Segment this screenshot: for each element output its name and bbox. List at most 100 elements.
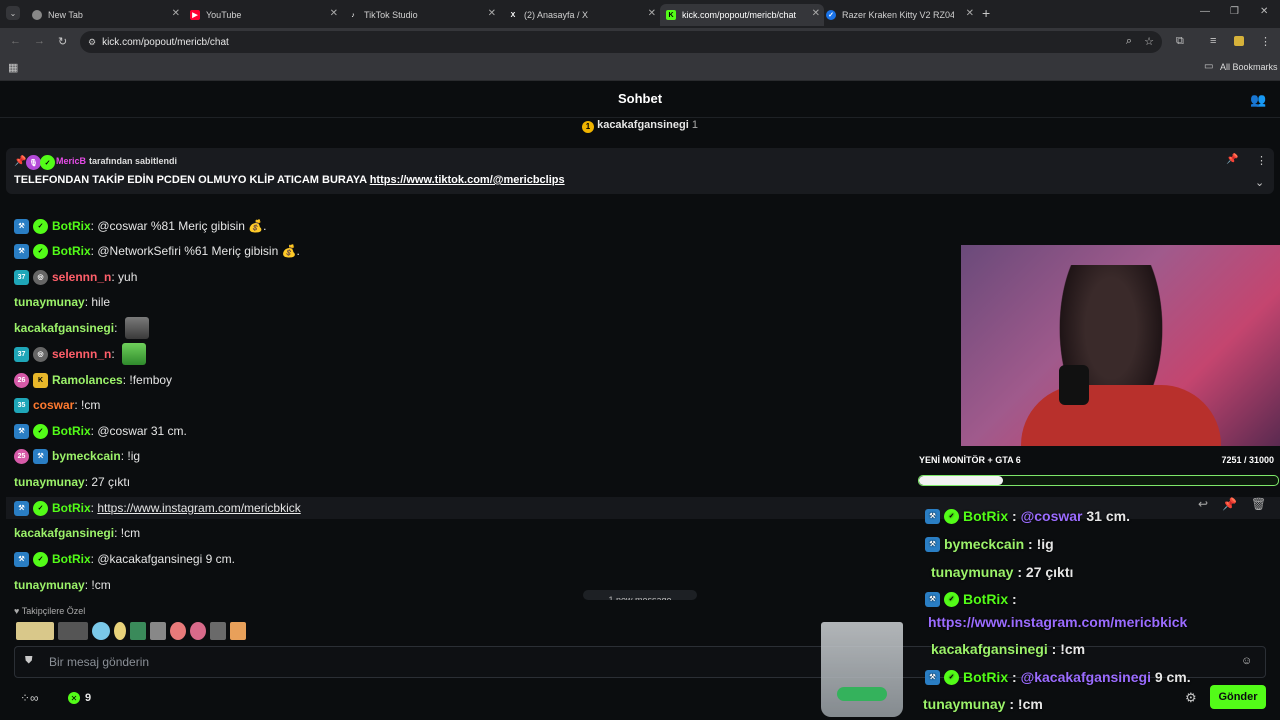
overlay-user: BotRix (963, 669, 1009, 685)
tab-new-tab[interactable]: New Tab ✕ (26, 4, 184, 26)
followers-only-label: ♥ Takipçilere Özel (14, 606, 85, 616)
verified-badge-icon: ✓ (40, 155, 55, 170)
gifter-badge-icon: ◎ (33, 346, 48, 362)
reply-icon[interactable]: ↩ (1198, 497, 1208, 517)
tab-x[interactable]: X (2) Anasayfa / X ✕ (502, 4, 660, 26)
settings-gear-icon[interactable]: ⚙ (1185, 690, 1197, 706)
close-tab-icon[interactable]: ✕ (330, 8, 338, 19)
users-icon[interactable]: 👥 (1250, 92, 1266, 108)
menu-icon[interactable]: ⋮ (1260, 35, 1271, 48)
chat-link[interactable]: https://www.instagram.com/mericbkick (97, 501, 300, 515)
emote-10[interactable] (230, 622, 246, 640)
minimize-icon[interactable]: — (1200, 6, 1210, 17)
gifter-badge-icon: ◎ (33, 269, 48, 285)
delete-icon[interactable]: 🗑 (1251, 497, 1266, 517)
emote-8[interactable] (190, 622, 206, 640)
verified-badge-icon: ✓ (944, 669, 959, 685)
chat-bottom-bar: ⁘∞ ✕ 9 ⚙ (0, 686, 1280, 716)
top-gifter[interactable]: 1 kacakafgansinegi 1 (0, 119, 1280, 133)
tip-jar-coins (837, 687, 887, 701)
chat-message: 37 ◎ selennn_n: yuh (14, 266, 137, 288)
emote-3[interactable] (92, 622, 110, 640)
tab-kick-chat[interactable]: K kick.com/popout/mericb/chat ✕ (660, 4, 824, 26)
chat-username[interactable]: BotRix (52, 244, 91, 258)
microphone (1059, 365, 1089, 405)
emote-2[interactable] (58, 622, 88, 640)
chat-username[interactable]: BotRix (52, 219, 91, 233)
webcam-overlay (961, 245, 1280, 446)
verified-badge-icon: ✓ (33, 423, 48, 439)
streamer-shirt (1021, 385, 1221, 446)
emote-4[interactable] (114, 622, 126, 640)
expand-chevron-icon[interactable]: ⌄ (1255, 176, 1264, 189)
chat-message: 25 ⚒ bymeckcain: !ig (14, 445, 140, 467)
send-button[interactable]: Gönder (1210, 685, 1266, 709)
new-tab-icon[interactable]: + (982, 5, 990, 21)
x-logo-icon: X (510, 11, 516, 19)
chat-username[interactable]: kacakafgansinegi (14, 321, 114, 335)
bookmark-star-icon[interactable]: ☆ (1144, 35, 1154, 48)
apps-grid-icon[interactable]: ▦ (8, 61, 18, 74)
close-tab-icon[interactable]: ✕ (812, 8, 820, 19)
close-tab-icon[interactable]: ✕ (966, 8, 974, 19)
pin-icon: 📌 (14, 156, 27, 167)
restore-icon[interactable]: ❐ (1230, 6, 1239, 17)
overlay-message: ⚒ ✓ BotRix : @kacakafgansinegi 9 cm. (925, 669, 1191, 685)
chat-username[interactable]: selennn_n (52, 270, 111, 284)
omnibox[interactable]: ⚙ kick.com/popout/mericb/chat ⌕ ☆ (80, 31, 1162, 53)
all-bookmarks-label[interactable]: All Bookmarks (1220, 62, 1278, 72)
extensions-icon[interactable]: ⧉ (1176, 35, 1184, 48)
media-icon[interactable]: ≡ (1210, 35, 1216, 47)
chat-username[interactable]: tunaymunay (14, 475, 85, 489)
emote-5[interactable] (130, 622, 146, 640)
forward-icon[interactable]: → (34, 35, 45, 47)
close-tab-icon[interactable]: ✕ (488, 8, 496, 19)
chat-username[interactable]: tunaymunay (14, 295, 85, 309)
chat-username[interactable]: Ramolances (52, 373, 123, 387)
site-info-icon[interactable]: ⚙ (88, 37, 96, 48)
emote-1[interactable] (16, 622, 54, 640)
chat-username[interactable]: BotRix (52, 501, 91, 515)
overlay-mention: @kacakafgansinegi (1020, 669, 1151, 685)
overlay-text: !ig (1036, 536, 1054, 552)
zoom-icon[interactable]: ⌕ (1126, 35, 1132, 48)
pinned-link[interactable]: https://www.tiktok.com/@mericbclips (370, 174, 565, 186)
emote-9[interactable] (210, 622, 226, 640)
tab-youtube[interactable]: ▶ YouTube ✕ (184, 4, 342, 26)
donation-goal: YENİ MONİTÖR + GTA 6 7251 / 31000 (919, 455, 1280, 465)
moderator-badge-icon: ⚒ (33, 448, 48, 464)
close-tab-icon[interactable]: ✕ (172, 8, 180, 19)
emoji-icon[interactable]: ☺ (1241, 655, 1252, 667)
chat-username[interactable]: bymeckcain (52, 449, 121, 463)
close-window-icon[interactable]: ✕ (1260, 6, 1268, 17)
new-message-indicator[interactable]: 1 new message (583, 590, 697, 600)
tab-label: TikTok Studio (364, 10, 418, 20)
reload-icon[interactable]: ↻ (58, 35, 67, 48)
tab-search-icon[interactable]: ⌄ (6, 6, 20, 20)
emote-6[interactable] (150, 622, 166, 640)
unpin-icon[interactable]: 📌 (1226, 154, 1238, 165)
chat-text: hile (91, 295, 111, 309)
back-icon[interactable]: ← (10, 35, 21, 47)
emote-7[interactable] (170, 622, 186, 640)
goal-title: YENİ MONİTÖR + GTA 6 (919, 455, 1021, 465)
more-options-icon[interactable]: ⋮ (1256, 154, 1267, 167)
points-icon[interactable]: ⁘∞ (20, 691, 39, 705)
tab-razer[interactable]: ✓ Razer Kraken Kitty V2 RZ04-04 ✕ (820, 4, 978, 26)
chat-username[interactable]: selennn_n (52, 347, 111, 361)
close-tab-icon[interactable]: ✕ (648, 8, 656, 19)
chat-username[interactable]: kacakafgansinegi (14, 526, 114, 540)
chat-username[interactable]: coswar (33, 398, 74, 412)
moderator-badge-icon: ⚒ (14, 551, 29, 567)
shield-icon: ⛊ (25, 655, 33, 666)
pinned-author[interactable]: MericB (56, 156, 86, 166)
chat-username[interactable]: tunaymunay (14, 578, 85, 592)
chat-username[interactable]: BotRix (52, 424, 91, 438)
subscriber-badge: 25 (14, 448, 29, 464)
url-text[interactable]: kick.com/popout/mericb/chat (102, 37, 229, 48)
chat-username[interactable]: BotRix (52, 552, 91, 566)
tab-tiktok-studio[interactable]: ♪ TikTok Studio ✕ (342, 4, 500, 26)
extension-color-icon[interactable] (1234, 36, 1244, 46)
pin-message-icon[interactable]: 📌 (1222, 497, 1237, 517)
kick-coin-icon: ✕ (68, 692, 80, 704)
